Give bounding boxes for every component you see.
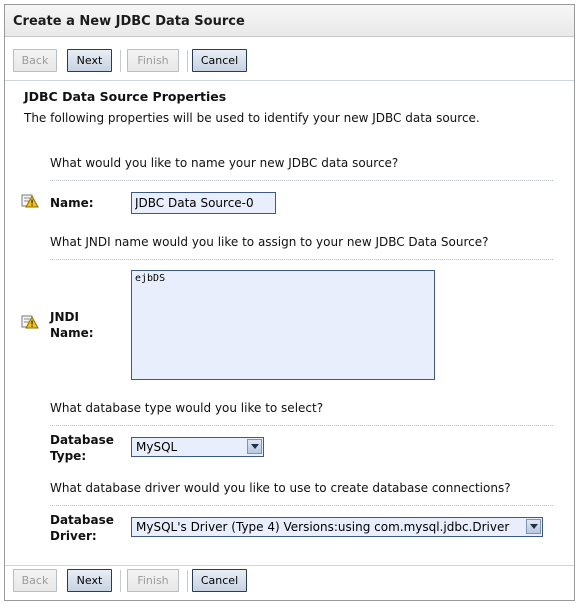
dotted-separator (50, 259, 553, 260)
db-driver-selected-value: MySQL's Driver (Type 4) Versions:using c… (136, 520, 510, 534)
db-driver-question: What database driver would you like to u… (50, 481, 511, 495)
next-button[interactable]: Next (67, 569, 112, 592)
toolbar-separator (120, 50, 121, 72)
section-title: JDBC Data Source Properties (24, 89, 227, 104)
jndi-label-line1: JNDI (50, 310, 79, 324)
back-button[interactable]: Back (13, 49, 57, 72)
db-type-selected-value: MySQL (136, 440, 178, 454)
chevron-down-icon[interactable] (247, 439, 262, 454)
toolbar-separator (120, 570, 121, 592)
top-toolbar: Back Next Finish Cancel (5, 46, 574, 80)
db-type-label-line2: Type: (50, 449, 87, 463)
back-button[interactable]: Back (13, 569, 57, 592)
db-type-question: What database type would you like to sel… (50, 401, 324, 415)
cancel-button[interactable]: Cancel (192, 569, 247, 592)
jndi-question: What JNDI name would you like to assign … (50, 235, 489, 249)
dotted-separator (50, 425, 553, 426)
required-warning-icon (21, 315, 39, 329)
finish-button[interactable]: Finish (127, 569, 179, 592)
db-type-select[interactable]: MySQL (131, 437, 264, 457)
dotted-separator (50, 505, 553, 506)
db-driver-select[interactable]: MySQL's Driver (Type 4) Versions:using c… (131, 517, 543, 537)
cancel-button[interactable]: Cancel (192, 49, 247, 72)
db-type-label-line1: Database (50, 433, 114, 447)
title-bar: Create a New JDBC Data Source (5, 5, 574, 37)
section-description: The following properties will be used to… (24, 111, 480, 125)
chevron-down-icon[interactable] (526, 519, 541, 534)
name-input[interactable] (131, 192, 276, 214)
finish-button[interactable]: Finish (127, 49, 179, 72)
required-warning-icon (21, 194, 39, 208)
name-label: Name: (50, 196, 94, 210)
bottom-toolbar: Back Next Finish Cancel (5, 565, 574, 599)
next-button[interactable]: Next (67, 49, 112, 72)
toolbar-separator (187, 570, 188, 592)
toolbar-separator (187, 50, 188, 72)
window-title: Create a New JDBC Data Source (13, 14, 245, 29)
toolbar-divider (5, 80, 574, 81)
jndi-textarea[interactable]: ejbDS (131, 270, 435, 380)
db-driver-label-line2: Driver: (50, 529, 97, 543)
dotted-separator (50, 180, 553, 181)
dialog-frame: Create a New JDBC Data Source Back Next … (4, 4, 575, 601)
jndi-label-line2: Name: (50, 326, 94, 340)
name-question: What would you like to name your new JDB… (50, 156, 399, 170)
db-driver-label-line1: Database (50, 513, 114, 527)
